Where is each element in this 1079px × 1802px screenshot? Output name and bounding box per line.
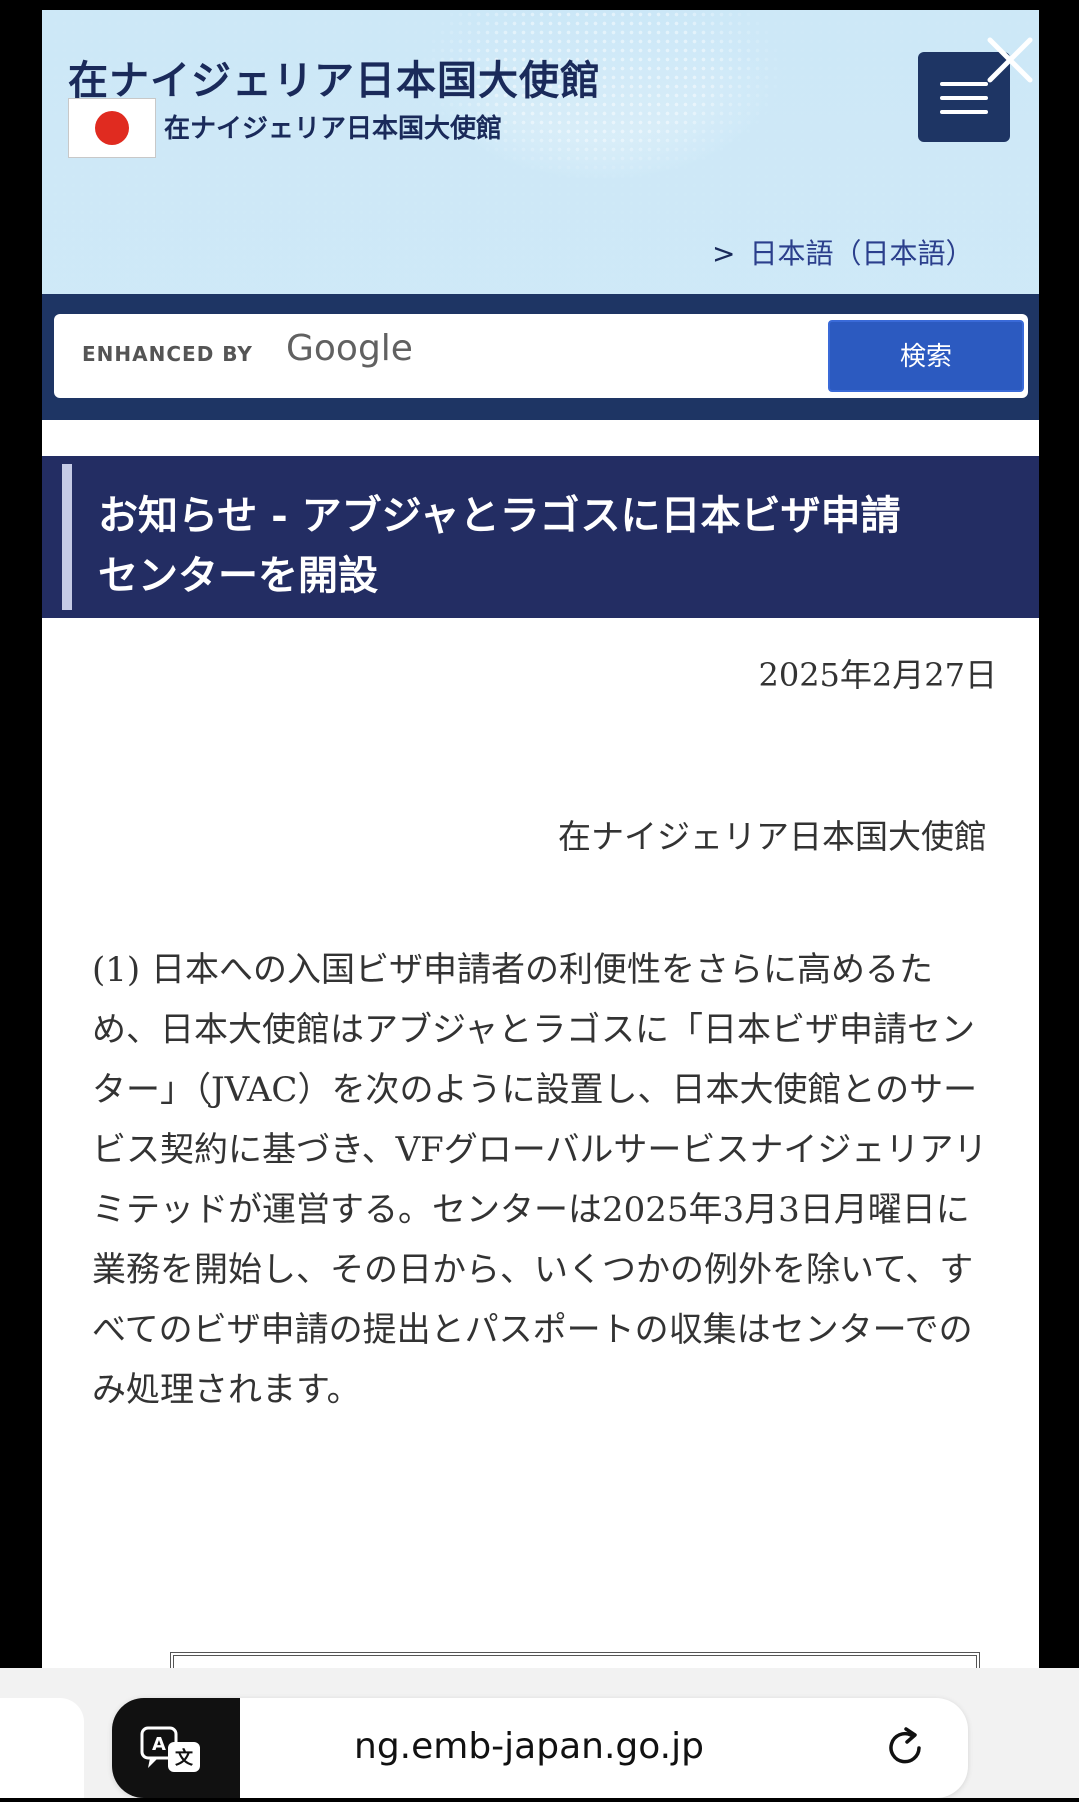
search-bar: ENHANCED BY Google 検索 xyxy=(42,294,1039,420)
publish-date: 2025年2月27日 xyxy=(758,656,997,694)
reload-icon[interactable] xyxy=(882,1724,928,1770)
language-label: 日本語（日本語） xyxy=(749,237,974,270)
japan-flag-icon xyxy=(68,98,156,158)
page-heading: お知らせ - アブジャとラゴスに日本ビザ申請センターを開設 xyxy=(42,456,1039,618)
article-paragraph: (1) 日本への入国ビザ申請者の利便性をさらに高めるため、日本大使館はアブジャと… xyxy=(92,950,988,1410)
site-header: 在ナイジェリア日本国大使館 在ナイジェリア日本国大使館 > 日本語（日本語） xyxy=(42,10,1039,294)
close-icon[interactable] xyxy=(982,32,1038,88)
url-text[interactable]: ng.emb-japan.go.jp xyxy=(354,1726,704,1767)
author-organization: 在ナイジェリア日本国大使館 xyxy=(558,817,987,856)
browser-viewport: 在ナイジェリア日本国大使館 在ナイジェリア日本国大使館 > 日本語（日本語） EN… xyxy=(42,10,1039,1798)
hamburger-menu-icon xyxy=(940,82,988,86)
address-bar[interactable]: A 文 ng.emb-japan.go.jp xyxy=(112,1698,968,1798)
chevron-right-icon: > xyxy=(712,237,736,270)
hamburger-menu-icon-bar xyxy=(940,110,988,114)
language-link[interactable]: > 日本語（日本語） xyxy=(712,232,973,272)
translate-button[interactable]: A 文 xyxy=(112,1698,240,1798)
previous-tab[interactable] xyxy=(0,1698,84,1798)
heading-accent-bar xyxy=(62,464,72,610)
svg-text:A: A xyxy=(152,1734,166,1755)
search-button[interactable]: 検索 xyxy=(828,320,1024,392)
search-box: ENHANCED BY Google 検索 xyxy=(54,314,1028,398)
browser-toolbar: A 文 ng.emb-japan.go.jp xyxy=(0,1668,1079,1798)
translate-icon: A 文 xyxy=(140,1726,200,1772)
site-subtitle[interactable]: 在ナイジェリア日本国大使館 xyxy=(164,108,502,145)
page-title: お知らせ - アブジャとラゴスに日本ビザ申請センターを開設 xyxy=(98,492,901,599)
flag-sun xyxy=(95,111,129,145)
hamburger-menu-icon-bar xyxy=(940,96,988,100)
svg-text:文: 文 xyxy=(175,1747,194,1769)
search-input[interactable] xyxy=(68,322,682,390)
